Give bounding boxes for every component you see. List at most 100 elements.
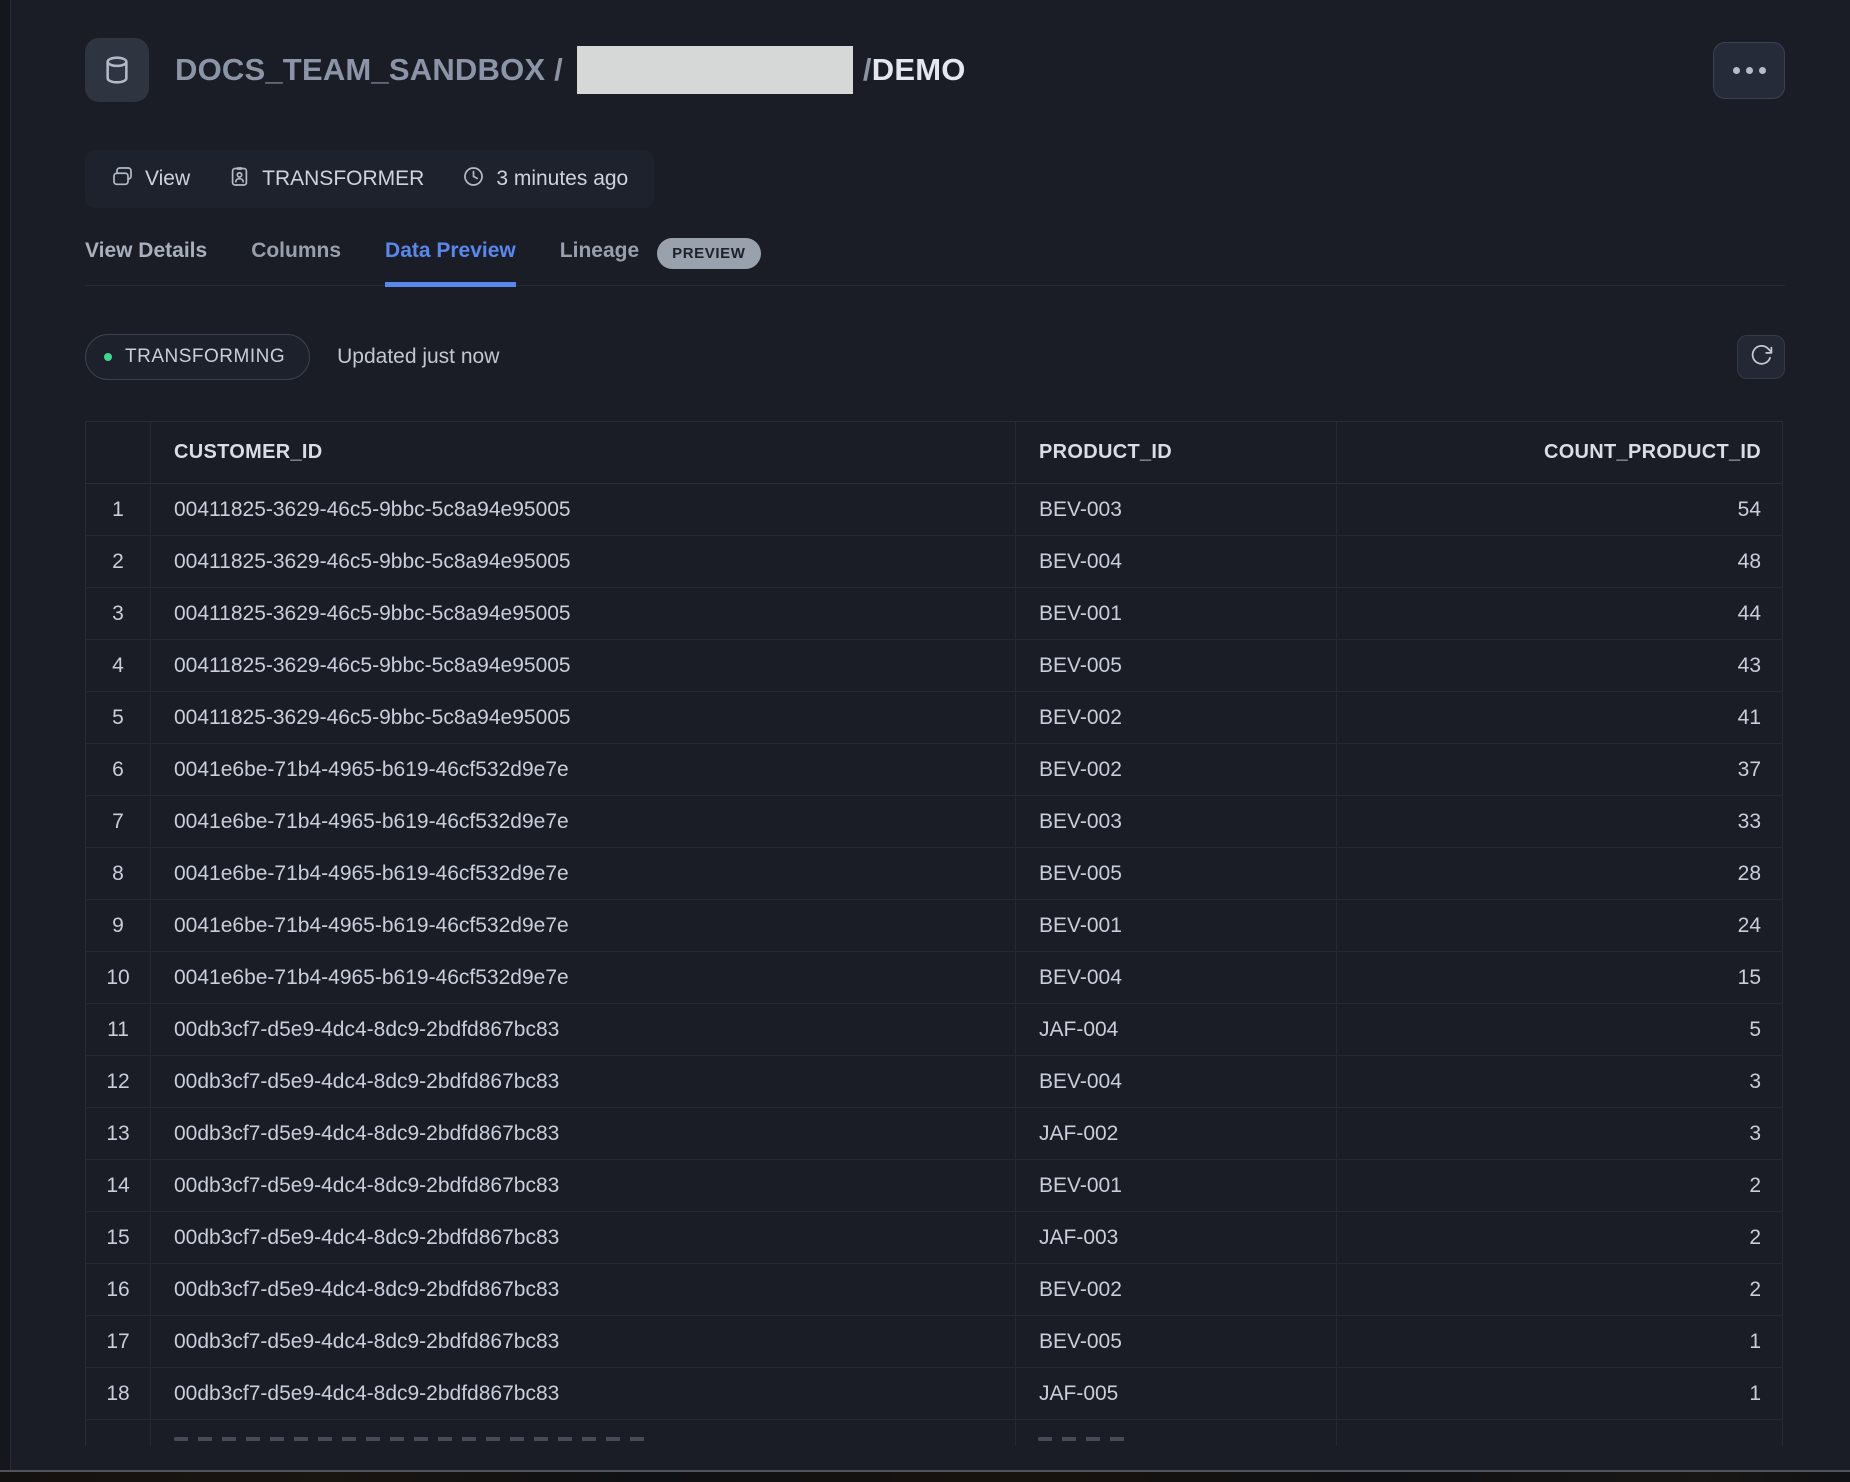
cell-customer: 00411825-3629-46c5-9bbc-5c8a94e95005 (151, 484, 1016, 536)
table-row: 200411825-3629-46c5-9bbc-5c8a94e95005BEV… (86, 536, 1782, 588)
status-badge: TRANSFORMING (85, 334, 310, 380)
cell-customer: 00db3cf7-d5e9-4dc4-8dc9-2bdfd867bc83 (151, 1264, 1016, 1316)
table-row: 1300db3cf7-d5e9-4dc4-8dc9-2bdfd867bc83JA… (86, 1108, 1782, 1160)
cell-count: 2 (1337, 1212, 1783, 1264)
cell-count: 1 (1337, 1316, 1783, 1368)
cell-count: 15 (1337, 952, 1783, 1004)
status-dot-icon (104, 353, 112, 361)
tab-data-preview[interactable]: Data Preview (385, 239, 516, 287)
cell-count: 33 (1337, 796, 1783, 848)
owner-role-badge: TRANSFORMER (228, 165, 424, 194)
created-ago-label: 3 minutes ago (496, 167, 628, 191)
cell-count: 24 (1337, 900, 1783, 952)
page-title-prefix: DOCS_TEAM_SANDBOX / (175, 52, 563, 88)
column-header-row-number (86, 422, 151, 484)
table-row: 90041e6be-71b4-4965-b619-46cf532d9e7eBEV… (86, 900, 1782, 952)
cell-product: BEV-004 (1016, 1056, 1337, 1108)
cell-num: 1 (86, 484, 151, 536)
column-header-customer-id[interactable]: CUSTOMER_ID (151, 422, 1016, 484)
cell-customer: 0041e6be-71b4-4965-b619-46cf532d9e7e (151, 900, 1016, 952)
clipped-text (174, 1437, 654, 1441)
cell-num: 5 (86, 692, 151, 744)
clock-icon (462, 165, 485, 194)
clipped-text (1038, 1437, 1130, 1441)
table-row: 100041e6be-71b4-4965-b619-46cf532d9e7eBE… (86, 952, 1782, 1004)
data-preview-table: CUSTOMER_ID PRODUCT_ID COUNT_PRODUCT_ID … (85, 421, 1783, 1446)
table-row: 60041e6be-71b4-4965-b619-46cf532d9e7eBEV… (86, 744, 1782, 796)
tab-lineage[interactable]: Lineage (560, 239, 639, 287)
tab-view-details[interactable]: View Details (85, 239, 207, 287)
page-title-object-name: DEMO (872, 52, 966, 88)
cell-customer: 00db3cf7-d5e9-4dc4-8dc9-2bdfd867bc83 (151, 1056, 1016, 1108)
more-actions-button[interactable] (1713, 42, 1785, 99)
cell-num: 3 (86, 588, 151, 640)
table-row: 1800db3cf7-d5e9-4dc4-8dc9-2bdfd867bc83JA… (86, 1368, 1782, 1420)
cell-product: BEV-002 (1016, 692, 1337, 744)
cell-count: 37 (1337, 744, 1783, 796)
cell-product: BEV-002 (1016, 1264, 1337, 1316)
cell-num: 7 (86, 796, 151, 848)
cell-product: BEV-001 (1016, 1160, 1337, 1212)
table-row: 1100db3cf7-d5e9-4dc4-8dc9-2bdfd867bc83JA… (86, 1004, 1782, 1056)
cell-count: 2 (1337, 1160, 1783, 1212)
cell-customer: 0041e6be-71b4-4965-b619-46cf532d9e7e (151, 848, 1016, 900)
cell-customer: 00db3cf7-d5e9-4dc4-8dc9-2bdfd867bc83 (151, 1212, 1016, 1264)
cell-customer: 00db3cf7-d5e9-4dc4-8dc9-2bdfd867bc83 (151, 1316, 1016, 1368)
panel-left-edge (0, 0, 11, 1482)
refresh-icon (1749, 343, 1774, 371)
meta-bar: View TRANSFORMER 3 minutes ago (85, 150, 654, 208)
cell-num: 4 (86, 640, 151, 692)
cell-customer: 00411825-3629-46c5-9bbc-5c8a94e95005 (151, 692, 1016, 744)
cell-product: BEV-005 (1016, 1316, 1337, 1368)
cell-num: 17 (86, 1316, 151, 1368)
ellipsis-icon (1746, 67, 1753, 74)
updated-text: Updated just now (337, 345, 499, 369)
cell-num: 11 (86, 1004, 151, 1056)
cell-product: JAF-005 (1016, 1368, 1337, 1420)
cell-count: 48 (1337, 536, 1783, 588)
cell-product: BEV-004 (1016, 536, 1337, 588)
cell-customer: 00411825-3629-46c5-9bbc-5c8a94e95005 (151, 588, 1016, 640)
cell-num: 18 (86, 1368, 151, 1420)
table-row: 80041e6be-71b4-4965-b619-46cf532d9e7eBEV… (86, 848, 1782, 900)
cell-product: BEV-004 (1016, 952, 1337, 1004)
created-ago-badge: 3 minutes ago (462, 165, 628, 194)
cell-count: 3 (1337, 1056, 1783, 1108)
cell-num: 8 (86, 848, 151, 900)
cell-customer: 0041e6be-71b4-4965-b619-46cf532d9e7e (151, 744, 1016, 796)
refresh-button[interactable] (1737, 335, 1785, 379)
cell-product: BEV-001 (1016, 900, 1337, 952)
cell-customer: 00db3cf7-d5e9-4dc4-8dc9-2bdfd867bc83 (151, 1004, 1016, 1056)
id-badge-icon (228, 165, 251, 194)
preview-feature-badge: PREVIEW (657, 238, 760, 269)
table-row: 70041e6be-71b4-4965-b619-46cf532d9e7eBEV… (86, 796, 1782, 848)
tab-bar: View Details Columns Data Preview Lineag… (85, 238, 1785, 286)
cell-product: BEV-003 (1016, 484, 1337, 536)
cell-product: BEV-005 (1016, 848, 1337, 900)
object-detail-panel: DOCS_TEAM_SANDBOX / /DEMO View (85, 0, 1785, 1446)
cell-customer: 00db3cf7-d5e9-4dc4-8dc9-2bdfd867bc83 (151, 1160, 1016, 1212)
owner-role-label: TRANSFORMER (262, 167, 424, 191)
table-row: 1500db3cf7-d5e9-4dc4-8dc9-2bdfd867bc83JA… (86, 1212, 1782, 1264)
table-row: 500411825-3629-46c5-9bbc-5c8a94e95005BEV… (86, 692, 1782, 744)
cell-product: JAF-004 (1016, 1004, 1337, 1056)
cell-count: 3 (1337, 1108, 1783, 1160)
view-type-icon (111, 165, 134, 194)
cell-num: 2 (86, 536, 151, 588)
cell-customer: 0041e6be-71b4-4965-b619-46cf532d9e7e (151, 796, 1016, 848)
column-header-count-product-id[interactable]: COUNT_PRODUCT_ID (1337, 422, 1783, 484)
cell-num: 12 (86, 1056, 151, 1108)
table-body: 100411825-3629-46c5-9bbc-5c8a94e95005BEV… (86, 484, 1782, 1420)
cell-product: JAF-002 (1016, 1108, 1337, 1160)
cell-count: 5 (1337, 1004, 1783, 1056)
cell-count: 1 (1337, 1368, 1783, 1420)
page-title-separator: / (863, 52, 872, 88)
cell-customer: 00db3cf7-d5e9-4dc4-8dc9-2bdfd867bc83 (151, 1108, 1016, 1160)
database-icon (85, 38, 149, 102)
cell-num: 6 (86, 744, 151, 796)
column-header-product-id[interactable]: PRODUCT_ID (1016, 422, 1337, 484)
cell-product: BEV-003 (1016, 796, 1337, 848)
object-type-badge: View (111, 165, 190, 194)
tab-columns[interactable]: Columns (251, 239, 341, 287)
redacted-schema-name (577, 46, 853, 94)
